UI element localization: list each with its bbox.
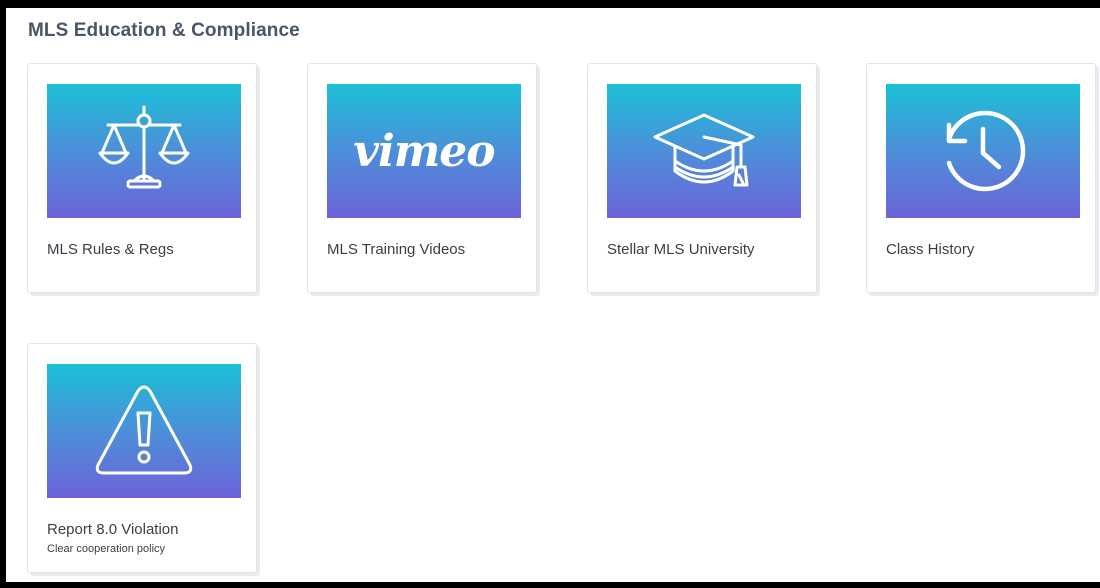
page-frame: MLS Education & Compliance MLS Rules & R… [6,8,1100,582]
tile-image [886,84,1080,218]
history-clock-icon [946,110,1026,192]
tile-stellar-mls-university[interactable]: Stellar MLS University [587,63,817,293]
tile-mls-rules-regs[interactable]: MLS Rules & Regs [27,63,257,293]
tile-image [607,84,801,218]
tile-label: Report 8.0 Violation [47,521,179,538]
vimeo-logo: vimeo [353,125,495,177]
scales-icon [98,105,190,189]
tile-image: vimeo [327,84,521,218]
tile-label: MLS Rules & Regs [47,241,174,258]
tile-image [47,84,241,218]
tile-label: Stellar MLS University [607,241,755,258]
warning-icon [95,385,193,475]
tile-report-violation[interactable]: Report 8.0 Violation Clear cooperation p… [27,343,257,573]
tile-class-history[interactable]: Class History [866,63,1096,293]
section-title: MLS Education & Compliance [28,20,300,41]
tile-label: Class History [886,241,975,258]
tile-mls-training-videos[interactable]: vimeo MLS Training Videos [307,63,537,293]
tile-sublabel: Clear cooperation policy [47,543,166,555]
tile-image [47,364,241,498]
graduation-cap-icon [653,113,755,187]
tile-label: MLS Training Videos [327,241,466,258]
